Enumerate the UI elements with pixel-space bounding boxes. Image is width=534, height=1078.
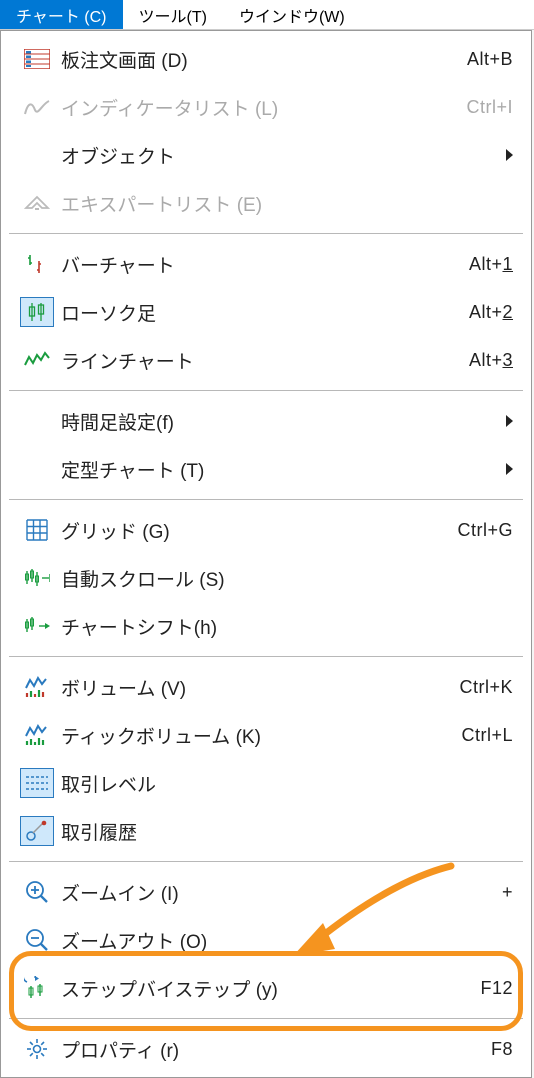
menu-label: ズームイン (I) <box>61 879 502 906</box>
menu-shortcut: F12 <box>480 978 513 999</box>
menu-shortcut: Alt+B <box>467 49 513 70</box>
menu-label: ティックボリューム (K) <box>61 722 461 749</box>
order-book-icon <box>13 49 61 69</box>
menu-item-zoom-out[interactable]: ズームアウト (O) <box>1 916 531 964</box>
menu-item-order-book[interactable]: 板注文画面 (D) Alt+B <box>1 35 531 83</box>
menu-item-timeframe[interactable]: 時間足設定(f) <box>1 397 531 445</box>
menu-label: グリッド (G) <box>61 517 457 544</box>
menu-shortcut: Ctrl+L <box>461 725 513 746</box>
menubar-item-chart[interactable]: チャート (C) <box>0 0 123 29</box>
menu-separator <box>9 499 523 500</box>
chart-shift-icon <box>13 616 61 636</box>
menu-label: 定型チャート (T) <box>61 456 506 483</box>
menu-separator <box>9 233 523 234</box>
menu-item-properties[interactable]: プロパティ (r) F8 <box>1 1025 531 1073</box>
menu-label: インディケータリスト (L) <box>61 94 466 121</box>
menu-item-step-by-step[interactable]: ステップバイステップ (y) F12 <box>1 964 531 1012</box>
menu-item-objects[interactable]: オブジェクト <box>1 131 531 179</box>
menu-item-volume[interactable]: ボリューム (V) Ctrl+K <box>1 663 531 711</box>
submenu-arrow-icon <box>506 415 513 427</box>
menu-shortcut: Ctrl+I <box>466 97 513 118</box>
menu-item-autoscroll[interactable]: 自動スクロール (S) <box>1 554 531 602</box>
menu-separator <box>9 861 523 862</box>
menu-separator <box>9 390 523 391</box>
menu-item-tick-volume[interactable]: ティックボリューム (K) Ctrl+L <box>1 711 531 759</box>
menu-item-trade-levels[interactable]: 取引レベル <box>1 759 531 807</box>
menu-item-zoom-in[interactable]: ズームイン (I) + <box>1 868 531 916</box>
expert-list-icon <box>13 193 61 213</box>
grid-icon <box>13 519 61 541</box>
menu-label: バーチャート <box>61 251 469 278</box>
menubar: チャート (C) ツール(T) ウインドウ(W) <box>0 0 534 30</box>
menu-label: プロパティ (r) <box>61 1036 491 1063</box>
menu-item-chart-shift[interactable]: チャートシフト(h) <box>1 602 531 650</box>
indicator-list-icon <box>13 98 61 116</box>
menu-label: エキスパートリスト (E) <box>61 190 513 217</box>
menu-label: オブジェクト <box>61 142 506 169</box>
volume-icon <box>13 676 61 698</box>
menu-shortcut: + <box>502 882 513 903</box>
chart-dropdown-menu: 板注文画面 (D) Alt+B インディケータリスト (L) Ctrl+I オブ… <box>0 30 532 1078</box>
menu-label: チャートシフト(h) <box>61 613 513 640</box>
gear-icon <box>13 1038 61 1060</box>
menu-item-template[interactable]: 定型チャート (T) <box>1 445 531 493</box>
submenu-arrow-icon <box>506 463 513 475</box>
step-by-step-icon <box>13 976 61 1000</box>
submenu-arrow-icon <box>506 149 513 161</box>
menu-label: 板注文画面 (D) <box>61 46 467 73</box>
zoom-out-icon <box>13 928 61 952</box>
menu-label: ラインチャート <box>61 347 469 374</box>
menu-label: 取引履歴 <box>61 818 513 845</box>
menu-label: 自動スクロール (S) <box>61 565 513 592</box>
menu-shortcut: Ctrl+K <box>459 677 513 698</box>
menu-item-grid[interactable]: グリッド (G) Ctrl+G <box>1 506 531 554</box>
menu-item-candlestick[interactable]: ローソク足 Alt+2 <box>1 288 531 336</box>
candlestick-icon <box>20 297 54 327</box>
menu-label: 時間足設定(f) <box>61 408 506 435</box>
menu-separator <box>9 656 523 657</box>
menu-item-indicator-list: インディケータリスト (L) Ctrl+I <box>1 83 531 131</box>
menu-label: 取引レベル <box>61 770 513 797</box>
bar-chart-icon <box>13 253 61 275</box>
menu-shortcut: Alt+1 <box>469 254 513 275</box>
menu-item-bar-chart[interactable]: バーチャート Alt+1 <box>1 240 531 288</box>
menu-item-expert-list: エキスパートリスト (E) <box>1 179 531 227</box>
menu-shortcut: F8 <box>491 1039 513 1060</box>
autoscroll-icon <box>13 568 61 588</box>
menu-separator <box>9 1018 523 1019</box>
menubar-item-window[interactable]: ウインドウ(W) <box>223 0 361 29</box>
menu-label: ローソク足 <box>61 299 469 326</box>
menu-shortcut: Ctrl+G <box>457 520 513 541</box>
zoom-in-icon <box>13 880 61 904</box>
menu-label: ステップバイステップ (y) <box>61 975 480 1002</box>
menubar-item-tools[interactable]: ツール(T) <box>123 0 223 29</box>
line-chart-icon <box>13 351 61 369</box>
menu-item-trade-history[interactable]: 取引履歴 <box>1 807 531 855</box>
menu-label: ズームアウト (O) <box>61 927 513 954</box>
trade-history-icon <box>20 816 54 846</box>
trade-levels-icon <box>20 768 54 798</box>
menu-item-line-chart[interactable]: ラインチャート Alt+3 <box>1 336 531 384</box>
menu-label: ボリューム (V) <box>61 674 459 701</box>
tick-volume-icon <box>13 724 61 746</box>
menu-shortcut: Alt+3 <box>469 350 513 371</box>
menu-shortcut: Alt+2 <box>469 302 513 323</box>
